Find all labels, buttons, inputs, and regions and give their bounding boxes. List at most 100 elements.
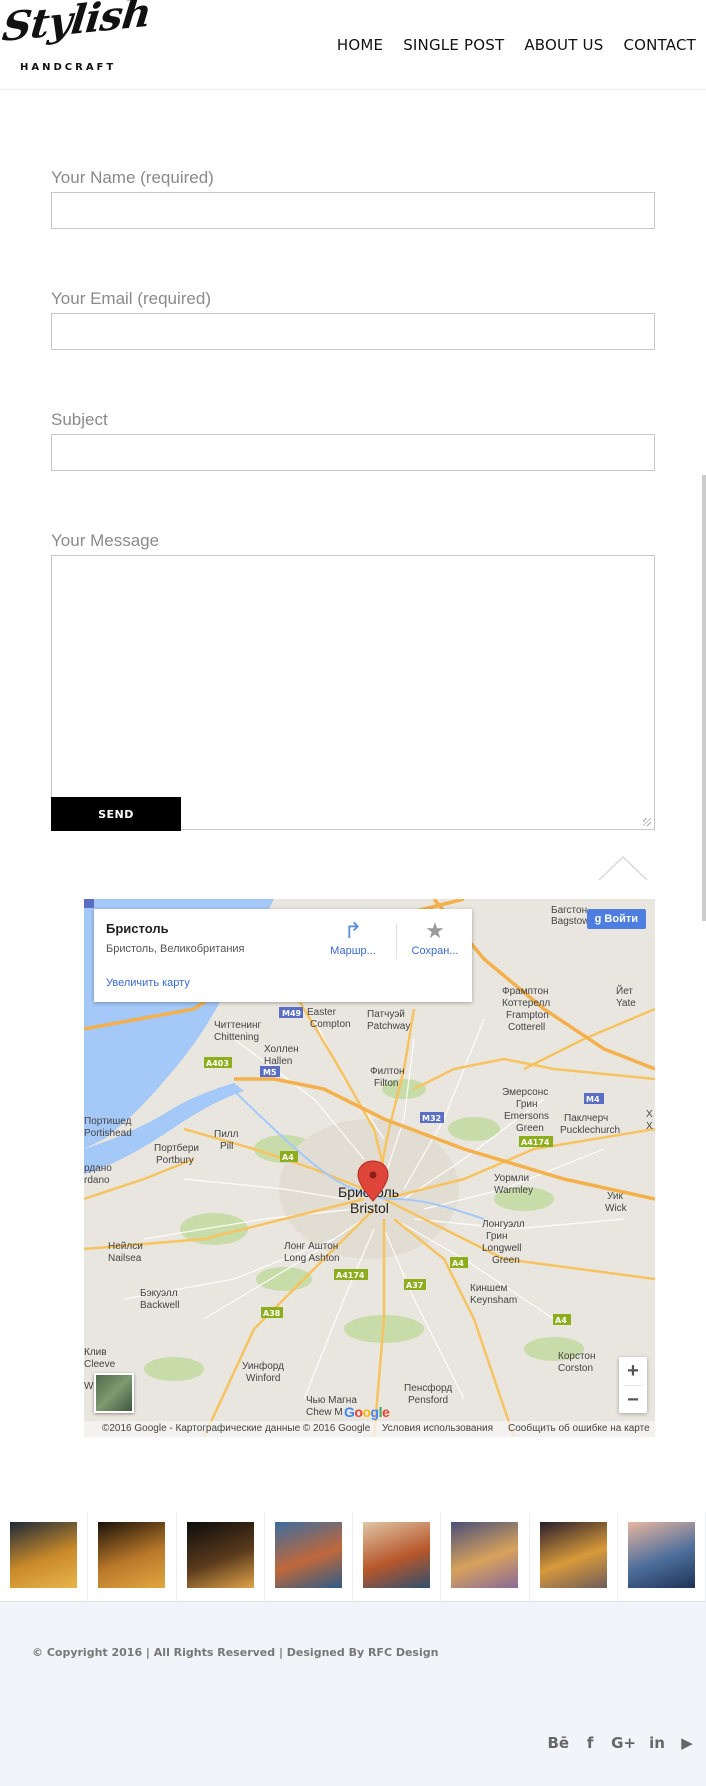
gallery-image (186, 1522, 254, 1588)
gallery-thumbnail[interactable] (0, 1512, 88, 1601)
svg-text:Фрамптон: Фрамптон (502, 986, 549, 997)
gallery-thumbnail[interactable] (264, 1512, 352, 1601)
svg-text:Winford: Winford (246, 1373, 280, 1384)
svg-text:Портбери: Портбери (154, 1142, 199, 1154)
svg-text:Chew M: Chew M (306, 1407, 343, 1418)
nav-about-us[interactable]: ABOUT US (524, 36, 603, 54)
message-field[interactable] (51, 555, 655, 830)
svg-text:Pensford: Pensford (408, 1395, 448, 1406)
name-label: Your Name (required) (51, 168, 214, 187)
subject-field[interactable] (51, 434, 655, 471)
svg-text:A38: A38 (263, 1309, 281, 1318)
map-report-link[interactable]: Сообщить об ошибке на карте (508, 1421, 650, 1437)
svg-text:M32: M32 (422, 1114, 441, 1123)
svg-text:Yate: Yate (616, 998, 636, 1009)
google-plus-icon[interactable]: G+ (611, 1734, 636, 1752)
map-place-title: Бристоль (106, 921, 169, 936)
svg-text:M4: M4 (586, 1095, 600, 1104)
nav-home[interactable]: HOME (337, 36, 383, 54)
svg-text:Backwell: Backwell (140, 1300, 179, 1311)
footer-copyright: © Copyright 2016 | All Rights Reserved |… (32, 1646, 439, 1659)
signin-label: Войти (604, 913, 638, 925)
svg-text:рдано: рдано (84, 1163, 112, 1174)
svg-text:Йет: Йет (616, 984, 633, 997)
gallery-image (363, 1522, 430, 1588)
map-place-address: Бристоль, Великобритания (106, 943, 245, 955)
subject-label: Subject (51, 410, 108, 429)
svg-text:Wick: Wick (605, 1203, 628, 1214)
enlarge-map-link[interactable]: Увеличить карту (106, 977, 190, 989)
gallery-thumbnail[interactable] (176, 1512, 264, 1601)
svg-text:Frampton: Frampton (506, 1010, 549, 1021)
svg-text:Warmley: Warmley (494, 1185, 533, 1196)
svg-text:Бэкуэлл: Бэкуэлл (140, 1288, 178, 1299)
gallery-thumbnail[interactable] (88, 1512, 176, 1601)
site-footer: © Copyright 2016 | All Rights Reserved |… (0, 1601, 706, 1786)
svg-text:Портишед: Портишед (84, 1116, 132, 1127)
svg-text:Emersons: Emersons (504, 1111, 549, 1122)
nav-contact[interactable]: CONTACT (623, 36, 696, 54)
svg-text:rdano: rdano (84, 1175, 110, 1186)
svg-text:M49: M49 (282, 1009, 302, 1018)
map-terms-link[interactable]: Условия использования (382, 1421, 493, 1437)
svg-text:Лонгуэлл: Лонгуэлл (482, 1219, 525, 1230)
name-field[interactable] (51, 192, 655, 229)
site-logo[interactable]: Stylish HANDCRAFT (0, 0, 153, 76)
main-nav: HOME SINGLE POST ABOUT US CONTACT (337, 36, 696, 54)
gallery-image (10, 1522, 77, 1588)
send-button[interactable]: SEND (51, 797, 181, 831)
nav-single-post[interactable]: SINGLE POST (403, 36, 504, 54)
google-map[interactable]: M49 M5 A403 A4 M32 M4 A4174 A4174 A37 A4… (84, 899, 655, 1437)
svg-text:Hallen: Hallen (264, 1056, 292, 1067)
directions-button[interactable]: ↱ Маршр... (320, 917, 386, 957)
instagram-gallery (0, 1512, 706, 1601)
directions-label: Маршр... (330, 945, 376, 957)
svg-text:Bagstow: Bagstow (551, 916, 590, 927)
gallery-thumbnail[interactable] (353, 1512, 441, 1601)
svg-text:Keynsham: Keynsham (470, 1295, 517, 1306)
svg-text:Pucklechurch: Pucklechurch (560, 1125, 620, 1136)
svg-text:Cotterell: Cotterell (508, 1022, 545, 1033)
contact-form: Your Name (required) Your Email (require… (51, 168, 655, 830)
zoom-out-button[interactable]: − (619, 1386, 647, 1414)
email-field[interactable] (51, 313, 655, 350)
zoom-in-button[interactable]: + (619, 1357, 647, 1385)
map-copyright: ©2016 Google - Картографические данные ©… (102, 1423, 371, 1434)
map-signin-button[interactable]: g Войти (586, 909, 646, 929)
save-place-button[interactable]: ★ Сохран... (402, 917, 468, 957)
message-label: Your Message (51, 531, 160, 550)
svg-text:Пилл: Пилл (214, 1129, 239, 1140)
resize-grip-icon[interactable] (643, 818, 651, 826)
gallery-thumbnail[interactable] (529, 1512, 617, 1601)
scroll-to-top-icon[interactable] (598, 855, 648, 881)
svg-text:Пенсфорд: Пенсфорд (404, 1382, 452, 1394)
gallery-thumbnail[interactable] (617, 1512, 705, 1601)
svg-text:Корстон: Корстон (558, 1351, 596, 1362)
youtube-icon[interactable]: ▶ (678, 1734, 696, 1752)
satellite-toggle[interactable] (94, 1373, 134, 1413)
card-divider (396, 923, 397, 959)
facebook-icon[interactable]: f (581, 1734, 599, 1752)
svg-text:Portishead: Portishead (84, 1128, 132, 1139)
svg-text:Portbury: Portbury (156, 1155, 194, 1166)
star-icon: ★ (425, 918, 445, 943)
site-header: Stylish HANDCRAFT HOME SINGLE POST ABOUT… (0, 0, 706, 90)
behance-icon[interactable]: Bē (548, 1734, 570, 1752)
svg-text:Лонг Аштон: Лонг Аштон (284, 1241, 338, 1252)
gallery-image (627, 1522, 695, 1588)
svg-text:Easter: Easter (307, 1007, 337, 1018)
svg-text:Коттерелл: Коттерелл (502, 998, 550, 1009)
page-scrollbar[interactable] (702, 475, 706, 921)
svg-text:Nailsea: Nailsea (108, 1253, 142, 1264)
svg-text:Patchway: Patchway (367, 1021, 410, 1032)
email-label: Your Email (required) (51, 289, 211, 308)
gallery-image (98, 1522, 166, 1588)
svg-text:A37: A37 (406, 1281, 423, 1290)
svg-text:Эмерсонс: Эмерсонс (502, 1087, 548, 1098)
linkedin-icon[interactable]: in (648, 1734, 666, 1752)
svg-text:A4174: A4174 (336, 1271, 365, 1280)
gallery-thumbnail[interactable] (441, 1512, 529, 1601)
svg-text:Pill: Pill (220, 1141, 233, 1152)
svg-text:A4: A4 (555, 1316, 567, 1325)
svg-text:Chittening: Chittening (214, 1032, 259, 1043)
